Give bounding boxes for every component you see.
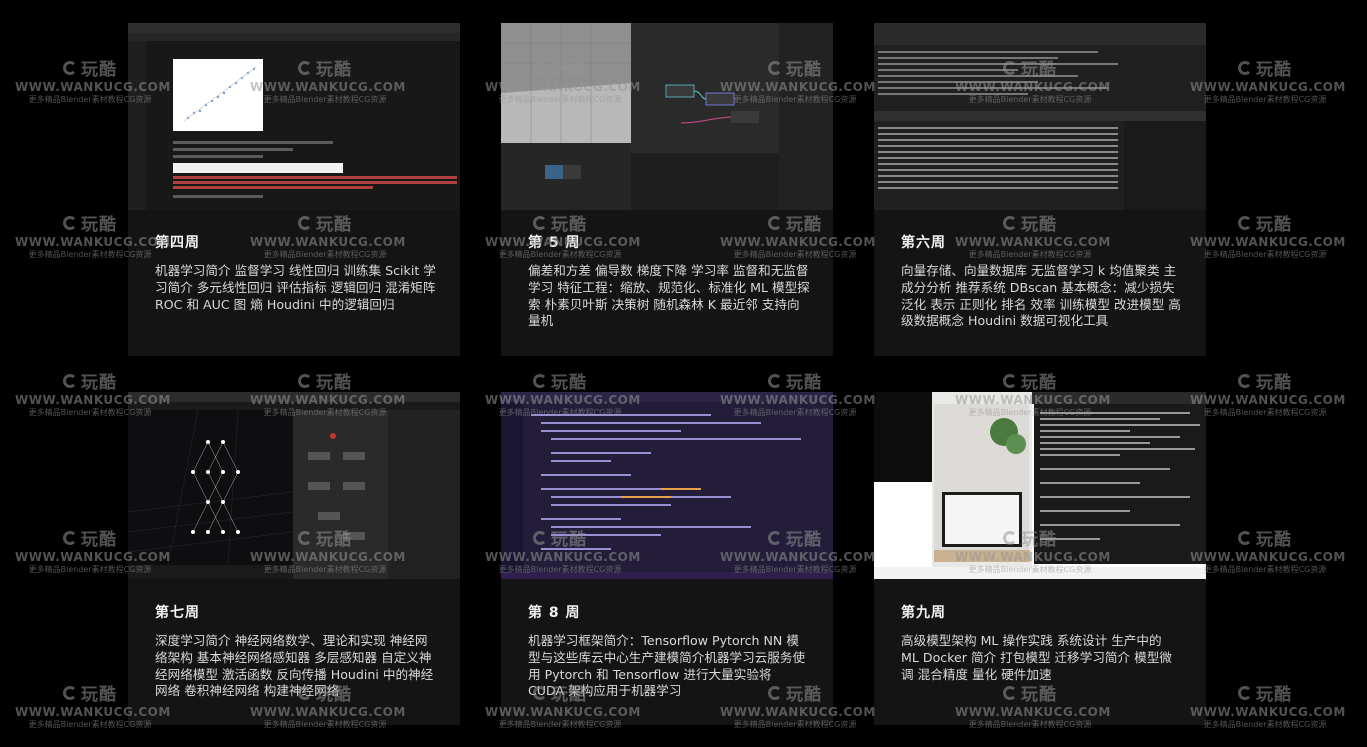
jupyter-notebook-screenshot (128, 23, 460, 210)
watermark-logo-icon (1238, 685, 1252, 700)
week-title: 第 8 周 (528, 605, 581, 621)
watermark-logo-icon (1238, 215, 1252, 230)
code-editor-screenshot (501, 392, 833, 579)
week-description: 高级模型架构 ML 操作实践 系统设计 生产中的 ML Docker 简介 打包… (901, 633, 1172, 682)
watermark: 玩酷 WWW.WANKUCG.COM 更多精品Blender素材教程CG资源 (1190, 685, 1346, 729)
week-description: 深度学习简介 神经网络数学、理论和实现 神经网络架构 基本神经网络感知器 多层感… (155, 633, 434, 699)
watermark: 玩酷 WWW.WANKUCG.COM 更多精品Blender素材教程CG资源 (1190, 215, 1346, 259)
watermark-logo-icon (298, 373, 312, 388)
neural-network-viewport-screenshot (128, 392, 460, 579)
course-card-week8[interactable]: 第 8 周 机器学习框架简介：Tensorflow Pytorch NN 模型与… (501, 392, 833, 725)
week-title: 第四周 (155, 235, 200, 251)
course-card-week9[interactable]: 第九周 高级模型架构 ML 操作实践 系统设计 生产中的 ML Docker 简… (874, 392, 1206, 725)
watermark: 玩酷 WWW.WANKUCG.COM 更多精品Blender素材教程CG资源 (1190, 60, 1346, 104)
week-description: 向量存储、向量数据库 无监督学习 k 均值聚类 主成分分析 推荐系统 DBsca… (901, 263, 1181, 329)
watermark-logo-icon (768, 373, 782, 388)
webcam-terminal-screenshot (874, 392, 1206, 579)
week-description: 机器学习框架简介：Tensorflow Pytorch NN 模型与这些库云中心… (528, 633, 806, 699)
week-title: 第 5 周 (528, 235, 581, 251)
watermark-logo-icon (533, 373, 547, 388)
watermark: 玩酷 WWW.WANKUCG.COM 更多精品Blender素材教程CG资源 (1190, 373, 1346, 417)
houdini-node-graph-screenshot (501, 23, 833, 210)
course-card-week7[interactable]: 第七周 深度学习简介 神经网络数学、理论和实现 神经网络架构 基本神经网络感知器… (128, 392, 460, 725)
watermark-logo-icon (1003, 373, 1017, 388)
watermark-logo-icon (1238, 530, 1252, 545)
watermark-logo-icon (63, 215, 77, 230)
watermark-logo-icon (1238, 60, 1252, 75)
watermark-logo-icon (63, 60, 77, 75)
course-card-week4[interactable]: 第四周 机器学习简介 监督学习 线性回归 训练集 Scikit 学习简介 多元线… (128, 23, 460, 356)
week-title: 第七周 (155, 605, 200, 621)
week-description: 机器学习简介 监督学习 线性回归 训练集 Scikit 学习简介 多元线性回归 … (155, 263, 436, 312)
spreadsheet-terminal-screenshot (874, 23, 1206, 210)
week-title: 第九周 (901, 605, 946, 621)
week-description: 偏差和方差 偏导数 梯度下降 学习率 监督和无监督学习 特征工程：缩放、规范化、… (528, 263, 810, 329)
watermark-logo-icon (1238, 373, 1252, 388)
course-card-week5[interactable]: 第 5 周 偏差和方差 偏导数 梯度下降 学习率 监督和无监督学习 特征工程：缩… (501, 23, 833, 356)
watermark: 玩酷 WWW.WANKUCG.COM 更多精品Blender素材教程CG资源 (1190, 530, 1346, 574)
course-card-week6[interactable]: 第六周 向量存储、向量数据库 无监督学习 k 均值聚类 主成分分析 推荐系统 D… (874, 23, 1206, 356)
watermark-logo-icon (63, 685, 77, 700)
watermark-logo-icon (63, 373, 77, 388)
watermark-logo-icon (63, 530, 77, 545)
week-title: 第六周 (901, 235, 946, 251)
